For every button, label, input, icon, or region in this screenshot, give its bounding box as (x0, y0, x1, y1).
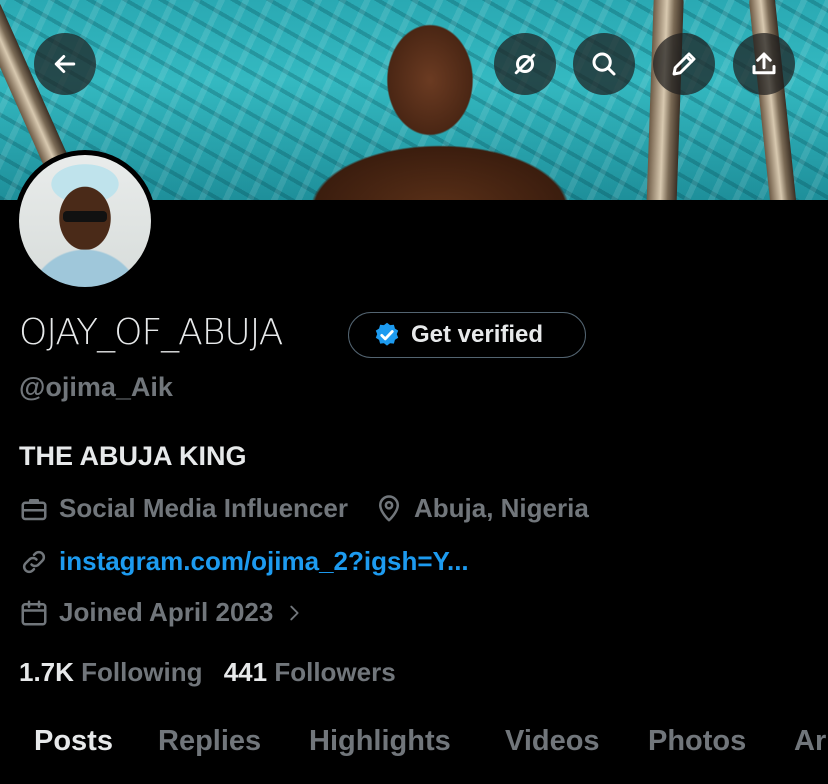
pool-ladder-rail (645, 0, 685, 200)
share-button[interactable] (733, 33, 795, 95)
display-name: OJAY_OF_ABUJA (19, 312, 283, 353)
calendar-icon (21, 600, 47, 625)
chevron-right-icon (290, 605, 299, 620)
back-button[interactable] (34, 33, 96, 95)
grok-icon (514, 53, 536, 75)
search-icon (592, 52, 616, 76)
grok-button[interactable] (494, 33, 556, 95)
profile-details-row: Social Media Influencer Abuja, Nigeria (19, 493, 589, 524)
joined-date: Joined April 2023 (59, 597, 274, 627)
sunglasses (63, 211, 107, 222)
avatar[interactable] (14, 150, 156, 292)
pencil-icon (672, 52, 696, 76)
username-handle: @ojima_Aik (19, 372, 173, 402)
link-icon (22, 550, 46, 573)
website-link[interactable]: instagram.com/ojima_2?igsh=Y... (59, 546, 469, 577)
pool-ladder-rail (748, 0, 798, 200)
get-verified-label: Get verified (411, 321, 544, 348)
following-label: Following (81, 657, 203, 687)
following-count: 1.7K (19, 657, 74, 687)
share-icon (752, 52, 776, 75)
location-pin-icon (378, 494, 399, 521)
followers-link[interactable]: 441 Followers (224, 657, 396, 687)
tab-highlights[interactable]: Highlights (309, 725, 451, 758)
tab-articles[interactable]: Ar (794, 725, 826, 758)
followers-count: 441 (223, 657, 268, 687)
search-button[interactable] (573, 33, 635, 95)
joined-row[interactable]: Joined April 2023 (19, 597, 305, 628)
followers-label: Followers (274, 657, 396, 687)
bio: THE ABUJA KING (19, 441, 247, 471)
edit-button[interactable] (653, 33, 715, 95)
profile-tabs: Posts Replies Highlights Videos Photos A… (0, 725, 828, 775)
tab-videos[interactable]: Videos (505, 725, 600, 758)
follow-stats: 1.7K Following 441 Followers (19, 657, 396, 688)
briefcase-icon (21, 498, 47, 520)
tab-posts[interactable]: Posts (34, 725, 113, 758)
website-row: instagram.com/ojima_2?igsh=Y... (19, 546, 469, 577)
following-link[interactable]: 1.7K Following (19, 657, 210, 687)
get-verified-button[interactable]: Get verified (348, 312, 586, 358)
location: Abuja, Nigeria (413, 493, 589, 523)
arrow-left-icon (54, 55, 76, 73)
professional-category: Social Media Influencer (59, 493, 348, 523)
tab-replies[interactable]: Replies (158, 725, 261, 758)
verified-badge-icon (375, 322, 399, 346)
tab-photos[interactable]: Photos (648, 725, 746, 758)
avatar-photo (19, 155, 151, 287)
